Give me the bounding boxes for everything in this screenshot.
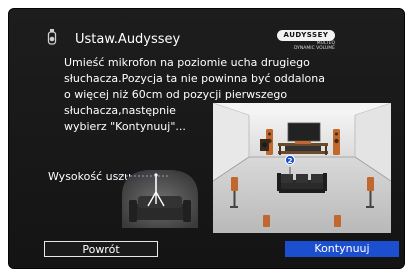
page-title: Ustaw.Audyssey <box>75 32 181 47</box>
audyssey-logo: AUDYSSEY MULTEQ DYNAMIC VOLUME <box>271 30 341 51</box>
ear-height-diagram <box>118 170 198 228</box>
mic-position-number: 2 <box>288 157 293 165</box>
back-button[interactable]: Powrót <box>44 241 158 257</box>
tv-icon <box>287 122 321 142</box>
instruction-line: o więcej niż 60cm od pozycji pierwszego <box>64 88 288 101</box>
continue-button[interactable]: Kontynuuj <box>285 241 399 257</box>
logo-text: AUDYSSEY <box>277 30 335 41</box>
floor <box>213 157 391 233</box>
instruction-line: słuchacza.Pozycja ta nie powinna być odd… <box>64 72 326 85</box>
av-receiver-icon <box>285 146 321 151</box>
front-right-speaker-icon <box>333 129 340 155</box>
microphone-icon <box>47 29 57 45</box>
instruction-line: Umieść mikrofon na poziomie ucha drugieg… <box>64 56 310 69</box>
room-diagram: 2 <box>213 103 391 233</box>
center-speaker-icon <box>295 141 311 144</box>
sofa-icon <box>277 173 327 193</box>
logo-subtext-2: DYNAMIC VOLUME <box>293 46 335 51</box>
subwoofer-icon <box>260 139 269 151</box>
